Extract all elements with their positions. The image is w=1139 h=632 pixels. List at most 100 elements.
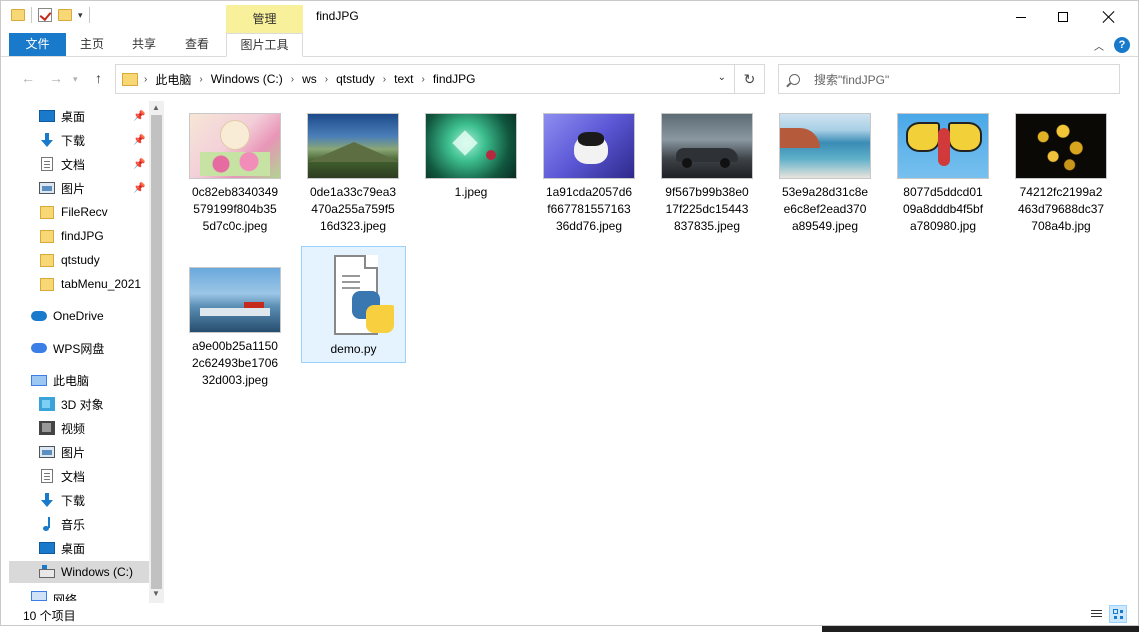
nav-item-label: 桌面 xyxy=(61,109,86,124)
nav-item-onedrive[interactable]: OneDrive xyxy=(9,305,149,327)
file-item-selected[interactable]: demo.py xyxy=(301,246,406,363)
details-view-icon xyxy=(1091,610,1102,611)
tab-home[interactable]: 主页 xyxy=(69,33,115,56)
nav-item-drive-c[interactable]: Windows (C:) xyxy=(9,561,149,583)
image-thumbnail xyxy=(543,113,635,179)
nav-item-downloads-pc[interactable]: 下载 xyxy=(9,489,149,511)
close-icon xyxy=(1103,11,1115,23)
large-icons-view-icon xyxy=(1113,609,1118,614)
minimize-button[interactable] xyxy=(998,1,1044,33)
file-name: 1.jpeg xyxy=(454,185,488,199)
tab-picture-tools[interactable]: 图片工具 xyxy=(226,33,303,57)
status-bar: 10 个项目 xyxy=(1,603,1138,625)
nav-item-documents-pc[interactable]: 文档 xyxy=(9,465,149,487)
folder-icon xyxy=(122,72,138,86)
nav-item-label: 图片 xyxy=(61,181,86,196)
new-folder-icon[interactable] xyxy=(58,9,72,21)
download-icon xyxy=(39,493,55,507)
chevron-right-icon[interactable]: › xyxy=(383,74,386,85)
nav-item-pictures-pc[interactable]: 图片 xyxy=(9,441,149,463)
file-name: 74212fc2199a2 463d79688dc37 708a4b.jpg xyxy=(1017,185,1105,233)
chevron-right-icon[interactable]: › xyxy=(325,74,328,85)
chevron-down-icon[interactable]: ▾ xyxy=(78,10,83,21)
nav-item-documents[interactable]: 文档 📌 xyxy=(9,153,149,175)
pictures-icon xyxy=(39,446,55,458)
chevron-right-icon[interactable]: › xyxy=(291,74,294,85)
maximize-button[interactable] xyxy=(1040,1,1086,33)
document-icon xyxy=(41,469,53,483)
nav-item-pictures[interactable]: 图片 📌 xyxy=(9,177,149,199)
nav-item-findjpg[interactable]: findJPG xyxy=(9,225,149,247)
nav-item-this-pc[interactable]: 此电脑 xyxy=(9,369,149,391)
network-icon xyxy=(31,591,47,601)
pin-icon[interactable]: 📌 xyxy=(133,159,145,170)
pin-icon[interactable]: 📌 xyxy=(133,183,145,194)
chevron-right-icon[interactable]: › xyxy=(144,74,147,85)
chevron-right-icon[interactable]: › xyxy=(199,74,202,85)
image-thumbnail xyxy=(897,113,989,179)
breadcrumb-qtstudy[interactable]: qtstudy xyxy=(336,72,375,86)
scroll-down-icon[interactable]: ▼ xyxy=(152,589,160,598)
scroll-up-icon[interactable]: ▲ xyxy=(152,103,160,112)
chevron-right-icon[interactable]: › xyxy=(421,74,424,85)
desktop-icon xyxy=(39,542,55,554)
search-input[interactable]: 搜索"findJPG" xyxy=(778,64,1120,94)
file-item[interactable]: 0de1a33c79ea3 470a255a759f5 16d323.jpeg xyxy=(294,113,412,243)
chevron-down-icon[interactable]: ⌄ xyxy=(718,72,726,83)
image-thumbnail xyxy=(661,113,753,179)
nav-item-tabmenu[interactable]: tabMenu_2021 xyxy=(9,273,149,295)
file-item[interactable]: 74212fc2199a2 463d79688dc37 708a4b.jpg xyxy=(1002,113,1120,243)
maximize-icon xyxy=(1058,12,1068,22)
nav-scrollbar[interactable]: ▲ ▼ xyxy=(149,101,164,603)
breadcrumb-drive[interactable]: Windows (C:) xyxy=(211,72,283,86)
nav-item-label: 此电脑 xyxy=(53,373,90,388)
nav-item-downloads[interactable]: 下载 📌 xyxy=(9,129,149,151)
file-item[interactable]: 1.jpeg xyxy=(412,113,530,243)
back-arrow-icon[interactable]: ← xyxy=(21,70,35,86)
file-item[interactable]: 8077d5ddcd01 09a8dddb4f5bf a780980.jpg xyxy=(884,113,1002,243)
pin-icon[interactable]: 📌 xyxy=(133,111,145,122)
tab-view[interactable]: 查看 xyxy=(174,33,220,56)
file-item[interactable]: a9e00b25a1150 2c62493be1706 32d003.jpeg xyxy=(176,267,294,397)
folder-icon[interactable] xyxy=(11,9,25,21)
file-item[interactable]: 9f567b99b38e0 17f225dc15443 837835.jpeg xyxy=(648,113,766,243)
nav-item-desktop[interactable]: 桌面 📌 xyxy=(9,105,149,127)
scrollbar-thumb[interactable] xyxy=(151,115,162,589)
help-icon[interactable]: ? xyxy=(1114,37,1130,53)
nav-item-music[interactable]: 音乐 xyxy=(9,513,149,535)
nav-item-label: OneDrive xyxy=(53,309,104,323)
address-bar[interactable]: › 此电脑 › Windows (C:) › ws › qtstudy › te… xyxy=(115,64,735,94)
file-item[interactable]: 1a91cda2057d6 f667781557163 36dd76.jpeg xyxy=(530,113,648,243)
up-arrow-icon[interactable]: ↑ xyxy=(95,70,102,86)
breadcrumb-ws[interactable]: ws xyxy=(302,72,317,86)
nav-item-filerecv[interactable]: FileRecv xyxy=(9,201,149,223)
properties-icon[interactable] xyxy=(38,8,52,22)
tab-share[interactable]: 共享 xyxy=(121,33,167,56)
recent-locations-icon[interactable]: ▾ xyxy=(73,74,78,85)
context-tab-manage[interactable]: 管理 xyxy=(226,5,303,33)
breadcrumb-findjpg[interactable]: findJPG xyxy=(433,72,476,86)
nav-item-qtstudy[interactable]: qtstudy xyxy=(9,249,149,271)
nav-item-network[interactable]: 网络 xyxy=(9,591,149,601)
taskbar-edge xyxy=(0,626,1139,632)
file-name: 9f567b99b38e0 17f225dc15443 837835.jpeg xyxy=(665,185,749,233)
large-icons-view-button[interactable] xyxy=(1109,605,1127,623)
nav-item-3d-objects[interactable]: 3D 对象 xyxy=(9,393,149,415)
breadcrumb-text[interactable]: text xyxy=(394,72,413,86)
tab-file[interactable]: 文件 xyxy=(9,33,66,56)
forward-arrow-icon[interactable]: → xyxy=(49,70,63,86)
nav-item-videos[interactable]: 视频 xyxy=(9,417,149,439)
details-view-button[interactable] xyxy=(1087,605,1105,623)
nav-item-label: FileRecv xyxy=(61,205,108,219)
expand-ribbon-icon[interactable]: ︿ xyxy=(1094,38,1104,53)
breadcrumb-this-pc[interactable]: 此电脑 xyxy=(155,71,191,88)
file-item[interactable]: 0c82eb8340349 579199f804b35 5d7c0c.jpeg xyxy=(176,113,294,243)
nav-item-label: 桌面 xyxy=(61,541,86,556)
close-button[interactable] xyxy=(1086,1,1132,33)
file-item[interactable]: 53e9a28d31c8e e6c8ef2ead370 a89549.jpeg xyxy=(766,113,884,243)
refresh-icon[interactable]: ↻ xyxy=(735,64,765,94)
quick-access-toolbar: ▾ xyxy=(11,7,90,23)
nav-item-wps-cloud[interactable]: WPS网盘 xyxy=(9,337,149,359)
nav-item-desktop-pc[interactable]: 桌面 xyxy=(9,537,149,559)
pin-icon[interactable]: 📌 xyxy=(133,135,145,146)
